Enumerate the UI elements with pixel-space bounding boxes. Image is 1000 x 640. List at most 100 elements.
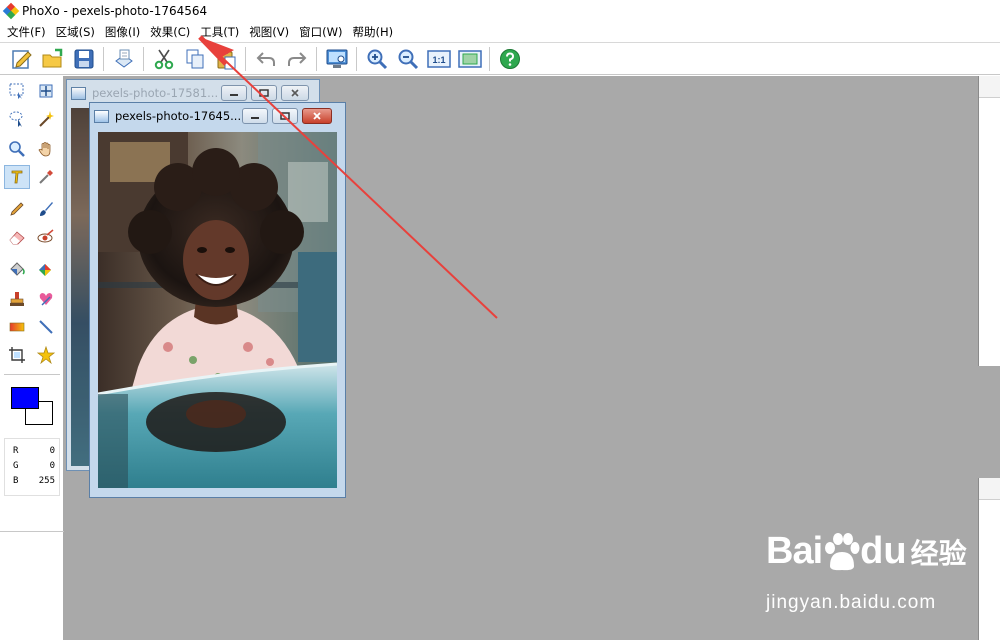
main-toolbar: 1:1: [0, 42, 1000, 75]
magic-wand-icon: [39, 111, 54, 127]
pencil-tool[interactable]: [4, 197, 30, 221]
text-tool-icon: [11, 170, 23, 184]
text-tool[interactable]: [4, 165, 30, 189]
maximize-icon: [280, 112, 290, 120]
image-doc-icon: [71, 86, 86, 100]
redo-button[interactable]: [283, 45, 311, 73]
undo-icon: [256, 51, 275, 66]
magic-wand-tool[interactable]: [33, 107, 59, 131]
cut-button[interactable]: [150, 45, 178, 73]
tool-divider: [0, 531, 64, 532]
color-replace-tool[interactable]: [33, 257, 59, 281]
zoom-tool[interactable]: [4, 137, 30, 161]
lasso-select-tool[interactable]: [4, 107, 30, 131]
tool-divider: [4, 374, 60, 375]
back-close-button[interactable]: [281, 85, 309, 101]
menu-tools[interactable]: 工具(T): [195, 22, 244, 42]
screen-capture-button[interactable]: [323, 45, 351, 73]
back-minimize-button[interactable]: [221, 85, 247, 101]
toolbar-separator: [316, 46, 317, 71]
side-window-1[interactable]: [978, 76, 1000, 366]
copy-button[interactable]: [181, 45, 209, 73]
logo-text-du: du: [860, 530, 907, 572]
actual-size-button[interactable]: 1:1: [425, 45, 453, 73]
front-maximize-button[interactable]: [272, 108, 298, 124]
watermark-url: jingyan.baidu.com: [766, 592, 937, 613]
front-minimize-button[interactable]: [242, 108, 268, 124]
side-window-2-titlebar[interactable]: [979, 478, 1000, 500]
menu-image[interactable]: 图像(I): [100, 22, 145, 42]
actual-size-icon: 1:1: [426, 49, 451, 68]
fit-window-icon: [457, 49, 482, 68]
side-window-1-titlebar[interactable]: [979, 76, 1000, 98]
paste-button[interactable]: [212, 45, 240, 73]
zoom-in-button[interactable]: [363, 45, 391, 73]
save-button[interactable]: [70, 45, 98, 73]
red-eye-tool[interactable]: [33, 225, 59, 249]
menu-view[interactable]: 视图(V): [244, 22, 294, 42]
line-tool[interactable]: [33, 315, 59, 339]
window-title: PhoXo - pexels-photo-1764564: [22, 4, 208, 18]
crop-tool[interactable]: [4, 343, 30, 367]
scan-button[interactable]: [110, 45, 138, 73]
primary-color-swatch[interactable]: [11, 387, 39, 409]
brush-tool[interactable]: [33, 197, 59, 221]
menu-window[interactable]: 窗口(W): [294, 22, 347, 42]
open-icon: [42, 48, 62, 67]
undo-button[interactable]: [252, 45, 280, 73]
fill-tool[interactable]: [4, 257, 30, 281]
toolbar-separator: [143, 46, 144, 71]
cut-icon: [154, 49, 173, 69]
image-window-back-title: pexels-photo-17581...: [92, 86, 219, 100]
heal-tool[interactable]: [33, 287, 59, 311]
brush-icon: [40, 202, 53, 216]
fill-icon: [10, 262, 25, 276]
shape-tool[interactable]: [33, 343, 59, 367]
eyedropper-tool[interactable]: [33, 165, 59, 189]
minimize-icon: [251, 117, 259, 119]
image-window-front[interactable]: pexels-photo-17645...: [89, 102, 346, 498]
color-selector[interactable]: [4, 380, 60, 432]
zoom-icon: [9, 141, 25, 157]
zoom-out-icon: [398, 49, 418, 69]
paste-icon: [217, 49, 235, 69]
clone-stamp-tool[interactable]: [4, 287, 30, 311]
help-icon: [499, 48, 520, 69]
move-tool[interactable]: [33, 79, 59, 103]
close-icon: [313, 112, 321, 120]
r-value: 0: [49, 446, 55, 456]
menu-region[interactable]: 区域(S): [51, 22, 100, 42]
gradient-icon: [9, 322, 25, 332]
toolbar-separator: [356, 46, 357, 71]
gradient-tool[interactable]: [4, 315, 30, 339]
front-close-button[interactable]: [302, 108, 332, 124]
new-button[interactable]: [8, 45, 36, 73]
fit-window-button[interactable]: [456, 45, 484, 73]
minimize-icon: [230, 94, 238, 96]
zoom-out-button[interactable]: [394, 45, 422, 73]
r-label: R: [13, 446, 19, 456]
scan-icon: [114, 49, 133, 68]
image-window-front-title: pexels-photo-17645...: [115, 109, 242, 123]
rect-select-icon: [9, 83, 24, 99]
rect-select-tool[interactable]: [4, 79, 30, 103]
redo-icon: [287, 51, 306, 66]
open-button[interactable]: [39, 45, 67, 73]
menu-bar: 文件(F) 区域(S) 图像(I) 效果(C) 工具(T) 视图(V) 窗口(W…: [0, 22, 1000, 42]
back-maximize-button[interactable]: [251, 85, 277, 101]
logo-text-jingyan: 经验: [910, 536, 967, 570]
move-icon: [39, 84, 53, 98]
title-bar[interactable]: PhoXo - pexels-photo-1764564: [0, 0, 1000, 22]
paw-icon: [825, 532, 860, 570]
image-canvas[interactable]: [98, 132, 337, 488]
menu-help[interactable]: 帮助(H): [347, 22, 398, 42]
menu-effects[interactable]: 效果(C): [145, 22, 195, 42]
hand-tool[interactable]: [33, 137, 59, 161]
menu-file[interactable]: 文件(F): [2, 22, 51, 42]
help-button[interactable]: [496, 45, 524, 73]
b-label: B: [13, 476, 19, 486]
star-icon: [37, 346, 55, 364]
eyedropper-icon: [39, 170, 53, 184]
image-doc-icon: [94, 109, 109, 123]
eraser-tool[interactable]: [4, 225, 30, 249]
